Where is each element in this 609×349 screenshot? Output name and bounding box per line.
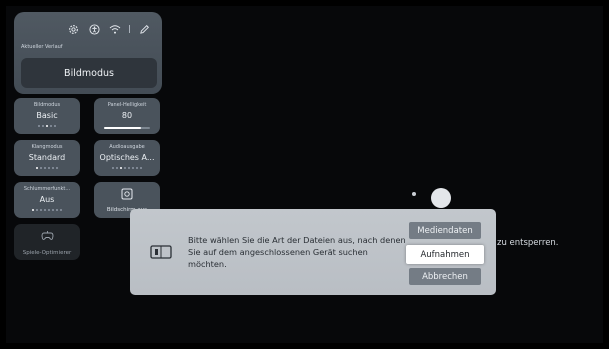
tile-panel-brightness[interactable]: Panel-Helligkeit 80 <box>94 98 160 134</box>
gear-icon[interactable] <box>66 22 80 36</box>
tile-sound-mode[interactable]: Klangmodus Standard <box>14 140 80 176</box>
tile-value: Optisches A... <box>99 153 155 162</box>
background-circle <box>431 188 451 208</box>
tile-audio-output[interactable]: Audioausgabe Optisches A... <box>94 140 160 176</box>
quick-settings-header: Aktueller Verlauf Bildmodus <box>14 12 162 94</box>
tile-label: Klangmodus <box>31 144 63 150</box>
usb-device-icon <box>150 244 172 263</box>
top-icon-row <box>66 21 162 37</box>
tile-value: 80 <box>121 111 133 120</box>
brightness-level-bar <box>104 127 150 129</box>
file-type-dialog: Bitte wählen Sie die Art der Dateien aus… <box>130 209 496 295</box>
wifi-icon[interactable] <box>108 22 122 36</box>
icon-separator <box>129 25 130 33</box>
background-hint-text: m zu entsperren. <box>486 238 559 248</box>
cancel-button[interactable]: Abbrechen <box>409 268 481 285</box>
dialog-message: Bitte wählen Sie die Art der Dateien aus… <box>188 235 406 269</box>
background-dot <box>412 192 416 196</box>
tile-picture-mode[interactable]: Bildmodus Basic <box>14 98 80 134</box>
brightness-level-fill <box>104 127 141 129</box>
value-indicator-dots <box>94 167 160 170</box>
gamepad-icon <box>14 230 80 241</box>
screen-off-icon <box>94 188 160 200</box>
tile-game-optimizer[interactable]: Spiele-Optimierer <box>14 224 80 260</box>
tile-label: Panel-Helligkeit <box>107 102 147 108</box>
accessibility-icon[interactable] <box>87 22 101 36</box>
tile-label: Bildmodus <box>33 102 61 108</box>
tile-value: Standard <box>28 153 66 162</box>
tile-sleep-timer[interactable]: Schlummerfunkt... Aus <box>14 182 80 218</box>
recordings-button[interactable]: Aufnahmen <box>406 245 484 264</box>
tv-screen: m zu entsperren. Aktueller Verlauf Bildm <box>6 6 603 343</box>
tile-value: Basic <box>36 111 58 120</box>
media-data-button[interactable]: Mediendaten <box>409 222 481 239</box>
history-label: Aktueller Verlauf <box>21 44 63 50</box>
tile-label: Spiele-Optimierer <box>22 250 72 256</box>
tile-value: Aus <box>39 195 55 204</box>
history-picture-mode-button[interactable]: Bildmodus <box>21 58 157 88</box>
edit-icon[interactable] <box>137 22 151 36</box>
tile-label: Audioausgabe <box>109 144 145 150</box>
value-indicator-dots <box>14 125 80 128</box>
value-indicator-dots <box>14 167 80 170</box>
tile-label: Schlummerfunkt... <box>23 186 71 192</box>
value-indicator-dots <box>14 209 80 212</box>
